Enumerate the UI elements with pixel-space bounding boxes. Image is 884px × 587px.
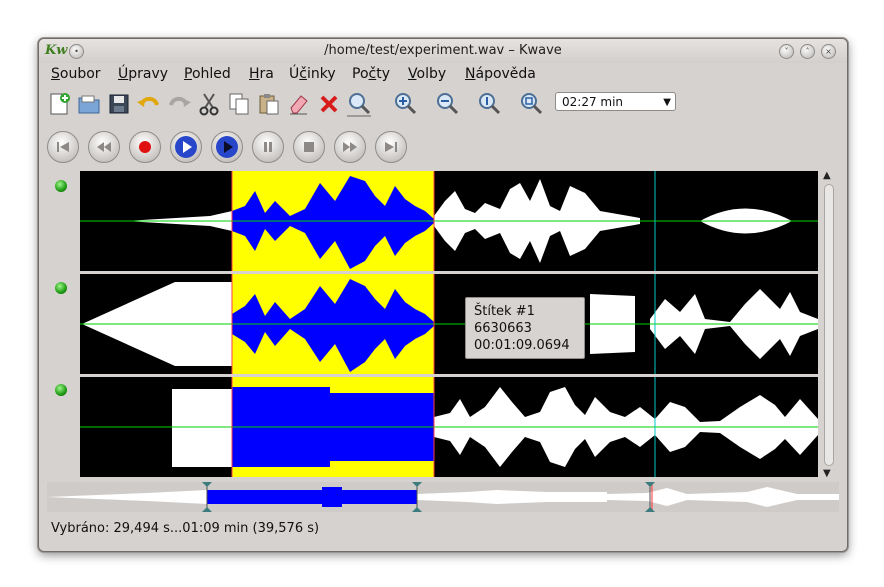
signal-view[interactable]: [80, 171, 818, 479]
toolbar: [39, 88, 847, 122]
menu-ucinky[interactable]: Účinky: [289, 66, 336, 82]
tooltip-sample: 6630663: [474, 321, 532, 336]
zoom-normal-icon[interactable]: [475, 90, 503, 118]
open-file-icon[interactable]: [75, 90, 103, 118]
overview-bar[interactable]: [47, 482, 839, 512]
scroll-down-icon[interactable]: ▼: [823, 468, 831, 479]
forward-icon[interactable]: [334, 131, 366, 163]
record-icon[interactable]: [129, 131, 161, 163]
new-file-icon[interactable]: [45, 90, 73, 118]
minimize-button[interactable]: ˅: [779, 44, 794, 59]
channel-3-enabled-led[interactable]: [55, 384, 67, 396]
menu-napoveda[interactable]: Nápověda: [465, 66, 536, 82]
save-icon[interactable]: [105, 90, 133, 118]
window-title: /home/test/experiment.wav – Kwave: [324, 43, 562, 58]
tooltip-label: Štítek #1: [474, 304, 535, 319]
kwave-window: Kw • /home/test/experiment.wav – Kwave ˅…: [38, 38, 848, 552]
close-button[interactable]: ×: [821, 44, 836, 59]
skip-end-icon[interactable]: [375, 131, 407, 163]
menu-volby[interactable]: Volby: [408, 66, 446, 82]
delete-icon[interactable]: [315, 90, 343, 118]
scrollbar-thumb[interactable]: [824, 184, 834, 466]
pause-icon[interactable]: [252, 131, 284, 163]
erase-icon[interactable]: [285, 90, 313, 118]
zoom-selection-icon[interactable]: [345, 90, 373, 118]
chevron-down-icon: ▼: [663, 97, 671, 108]
maximize-button[interactable]: ˄: [800, 44, 815, 59]
zoom-select[interactable]: 02:27 min ▼: [555, 92, 676, 111]
menu-bar: Soubor Úpravy Pohled Hra Účinky Počty Vo…: [39, 64, 847, 86]
title-bar[interactable]: Kw • /home/test/experiment.wav – Kwave ˅…: [39, 39, 847, 63]
marker-tooltip: Štítek #1 6630663 00:01:09.0694: [465, 297, 585, 359]
play-icon[interactable]: [170, 131, 202, 163]
skip-start-icon[interactable]: [47, 131, 79, 163]
menu-pohled[interactable]: Pohled: [184, 66, 231, 82]
status-bar-selection: Vybráno: 29,494 s...01:09 min (39,576 s): [51, 521, 320, 536]
channel-1-enabled-led[interactable]: [55, 180, 67, 192]
track-2[interactable]: [80, 274, 818, 374]
track-1[interactable]: [80, 171, 818, 271]
menu-pocty[interactable]: Počty: [352, 66, 390, 82]
paste-icon[interactable]: [255, 90, 283, 118]
stop-icon[interactable]: [293, 131, 325, 163]
scroll-up-icon[interactable]: ▲: [823, 170, 831, 181]
channel-2-enabled-led[interactable]: [55, 282, 67, 294]
zoom-in-icon[interactable]: [391, 90, 419, 118]
redo-icon[interactable]: [165, 90, 193, 118]
menu-soubor[interactable]: Soubor: [51, 66, 101, 82]
loop-play-icon[interactable]: [211, 131, 243, 163]
menu-upravy[interactable]: Úpravy: [118, 66, 168, 82]
vertical-scrollbar[interactable]: ▲ ▼: [822, 170, 836, 479]
undo-icon[interactable]: [135, 90, 163, 118]
track-3[interactable]: [80, 377, 818, 477]
zoom-out-icon[interactable]: [433, 90, 461, 118]
cut-icon[interactable]: [195, 90, 223, 118]
rewind-icon[interactable]: [88, 131, 120, 163]
playback-controls: [39, 127, 847, 165]
copy-icon[interactable]: [225, 90, 253, 118]
zoom-all-icon[interactable]: [517, 90, 545, 118]
tooltip-time: 00:01:09.0694: [474, 338, 570, 353]
menu-hra[interactable]: Hra: [249, 66, 274, 82]
